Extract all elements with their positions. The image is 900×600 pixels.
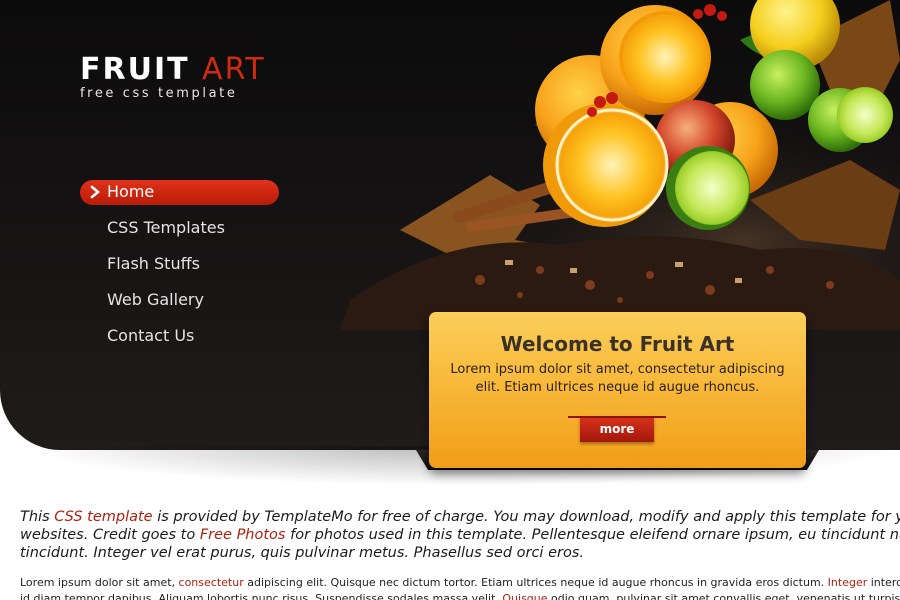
logo-title: FRUIT ART [80,52,266,88]
chevron-right-icon [90,185,101,199]
main-nav: Home CSS Templates Flash Stuffs Web Gall… [80,180,280,360]
logo-subtitle: free css template [80,86,238,101]
welcome-text: Lorem ipsum dolor sit amet, consectetur … [450,362,785,395]
quisque-link[interactable]: Quisque [502,592,547,600]
free-photos-link[interactable]: Free Photos [200,527,286,543]
logo-title-main: FRUIT [80,52,190,87]
body-text: odio quam, pulvinar sit amet convallis e… [547,592,900,600]
intro-text: for photos used in this template. Pellen… [285,527,900,543]
nav-item-label: CSS Templates [107,218,225,237]
welcome-title: Welcome to Fruit Art [500,332,735,356]
intro-text: is provided by TemplateMo for free of ch… [152,509,900,525]
nav-item-flash-stuffs[interactable]: Flash Stuffs [80,252,280,288]
css-template-link[interactable]: CSS template [54,509,152,525]
body-text: Lorem ipsum dolor sit amet, [20,576,179,589]
intro-paragraph: This CSS template is provided by Templat… [20,508,900,562]
nav-item-web-gallery[interactable]: Web Gallery [80,288,280,324]
body-text: adipiscing elit. Quisque nec dictum tort… [243,576,828,589]
site-logo[interactable]: FRUIT ART free css template [80,52,266,101]
nav-item-label: Home [107,182,155,201]
nav-item-label: Contact Us [107,326,195,345]
welcome-box: Welcome to Fruit Art Lorem ipsum dolor s… [429,312,806,468]
body-paragraph: Lorem ipsum dolor sit amet, consectetur … [20,575,900,600]
consectetur-link[interactable]: consectetur [179,576,244,589]
nav-item-label: Flash Stuffs [107,254,200,273]
nav-item-css-templates[interactable]: CSS Templates [80,216,280,252]
nav-item-label: Web Gallery [107,290,204,309]
main-content: This CSS template is provided by Templat… [20,508,900,600]
intro-text: websites. Credit goes to [20,527,200,543]
body-text: id diam tempor dapibus. Aliquam lobortis… [20,592,503,600]
integer-link[interactable]: Integer [828,576,868,589]
body-text: interd [867,576,900,589]
fruit-illustration [340,0,900,330]
more-button[interactable]: more [568,416,666,442]
logo-title-accent: ART [202,52,266,87]
intro-text: This [20,509,55,525]
intro-text: tincidunt. Integer vel erat purus, quis … [20,545,584,561]
nav-item-contact-us[interactable]: Contact Us [80,324,280,360]
nav-item-home[interactable]: Home [80,180,280,216]
